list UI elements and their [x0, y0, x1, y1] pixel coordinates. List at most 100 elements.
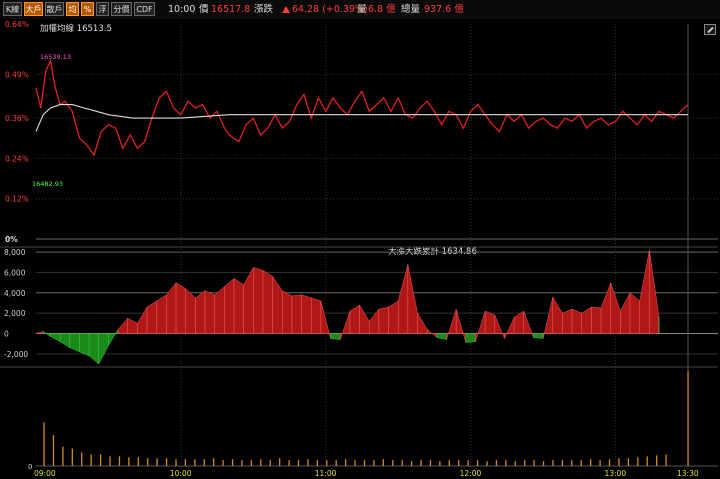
- volume-bar: [373, 460, 375, 466]
- volume-bar: [599, 460, 601, 466]
- volume-bar: [326, 460, 328, 466]
- cumulative-area-segment: [127, 317, 138, 334]
- volume-bar: [269, 460, 271, 466]
- volume-bar: [118, 456, 121, 466]
- volume-bar: [90, 454, 92, 466]
- cumulative-area-segment: [649, 250, 660, 334]
- cumulative-area-segment: [233, 278, 244, 334]
- main-y-tick-label: 0.36%: [5, 114, 29, 123]
- cumulative-area-segment: [427, 328, 438, 338]
- volume-bar: [175, 459, 177, 466]
- cumulative-area-segment: [591, 306, 602, 334]
- volume-bar: [128, 457, 130, 466]
- sub-y-tick-label: 8,000: [4, 248, 26, 257]
- volume-bar: [297, 460, 300, 466]
- volume-bar: [467, 460, 469, 466]
- cumulative-area-segment: [494, 315, 505, 339]
- cumulative-area-segment: [513, 310, 524, 334]
- status-price-label: 價: [199, 4, 209, 15]
- float-button[interactable]: 浮: [96, 2, 109, 16]
- volume-bar: [231, 459, 234, 466]
- cumulative-area-segment: [600, 282, 611, 334]
- main-panel-title: 加權均線 16513.5: [40, 23, 112, 34]
- volume-bar: [184, 459, 187, 466]
- status-total: 937.6 億: [424, 4, 464, 15]
- volume-bar: [665, 454, 667, 466]
- volume-bar: [137, 457, 139, 466]
- percent-toggle-button[interactable]: %: [81, 2, 94, 16]
- volume-bar: [344, 459, 347, 466]
- sub-y-tick-label: 6,000: [4, 268, 26, 277]
- volume-bar: [43, 422, 45, 466]
- cumulative-area-segment: [446, 309, 457, 340]
- cumulative-area-segment: [79, 333, 90, 357]
- volume-bar: [194, 459, 196, 466]
- cumulative-area-segment: [272, 275, 283, 334]
- price-distribution-button[interactable]: 分價: [111, 2, 132, 16]
- retail-button[interactable]: 散戶: [45, 2, 64, 16]
- sub-y-tick-label: -2,000: [4, 350, 28, 359]
- cumulative-area-segment: [311, 297, 322, 334]
- cumulative-area-segment: [436, 333, 447, 340]
- sub-y-tick-label: 4,000: [4, 289, 26, 298]
- volume-bar: [156, 458, 158, 466]
- volume-bar: [392, 460, 394, 466]
- volume-bar: [429, 460, 432, 466]
- kline-button[interactable]: K線: [3, 2, 22, 16]
- average-toggle-button[interactable]: 均: [66, 2, 79, 16]
- volume-bar: [260, 459, 262, 466]
- time-axis-label: 10:00: [170, 469, 192, 478]
- cumulative-area-segment: [504, 317, 515, 339]
- cumulative-area-segment: [407, 264, 418, 334]
- volume-bar: [476, 460, 479, 466]
- volume-bar: [71, 448, 73, 466]
- up-triangle-icon: [282, 6, 290, 13]
- cumulative-area-segment: [166, 282, 177, 334]
- volume-bar: [627, 458, 630, 466]
- volume-bar: [250, 460, 253, 466]
- volume-bar: [279, 458, 281, 466]
- main-y-tick-label: 0%: [5, 235, 18, 244]
- volume-bar: [561, 460, 564, 466]
- cumulative-area-segment: [629, 292, 640, 334]
- volume-bar: [646, 456, 648, 466]
- volume-bar: [62, 446, 64, 466]
- volume-bar: [458, 460, 460, 466]
- cumulative-area-segment: [340, 311, 351, 340]
- cumulative-area-segment: [195, 290, 206, 334]
- cumulative-area-segment: [59, 333, 71, 349]
- volume-bar: [316, 460, 319, 466]
- cumulative-area-segment: [542, 296, 553, 339]
- volume-bar: [335, 460, 337, 466]
- cumulative-area-segment: [465, 333, 476, 343]
- cumulative-area-segment: [98, 333, 109, 365]
- high-price-label: 16539.13: [40, 53, 71, 61]
- cumulative-area-segment: [484, 310, 496, 334]
- cumulative-area-segment: [533, 333, 544, 339]
- status-time: 10:00: [168, 4, 196, 15]
- cumulative-area-segment: [639, 250, 650, 334]
- volume-bar: [618, 458, 620, 466]
- cdf-button[interactable]: CDF: [134, 2, 155, 16]
- cumulative-area-segment: [137, 306, 148, 334]
- cumulative-area-segment: [398, 264, 409, 334]
- status-price: 16517.8: [211, 4, 251, 15]
- cumulative-area-segment: [214, 286, 225, 334]
- main-y-tick-label: 0.12%: [5, 195, 29, 204]
- status-total-label: 總量: [401, 4, 421, 15]
- volume-bar: [655, 455, 658, 466]
- cumulative-area-segment: [175, 282, 186, 334]
- volume-bar: [410, 461, 413, 466]
- big-trader-button[interactable]: 大戶: [24, 2, 43, 16]
- volume-bar: [354, 460, 356, 466]
- main-y-tick-label: 0.64%: [5, 20, 29, 29]
- time-axis-label: 11:00: [315, 469, 337, 478]
- cumulative-area-segment: [581, 306, 592, 334]
- status-volume: 6.8 億: [368, 4, 396, 15]
- volume-bar: [486, 461, 488, 466]
- status-change-label: 漲跌: [254, 4, 274, 15]
- volume-bar: [307, 459, 309, 466]
- volume-bar: [580, 460, 582, 466]
- cumulative-area-segment: [253, 267, 264, 334]
- cumulative-area-segment: [571, 308, 582, 334]
